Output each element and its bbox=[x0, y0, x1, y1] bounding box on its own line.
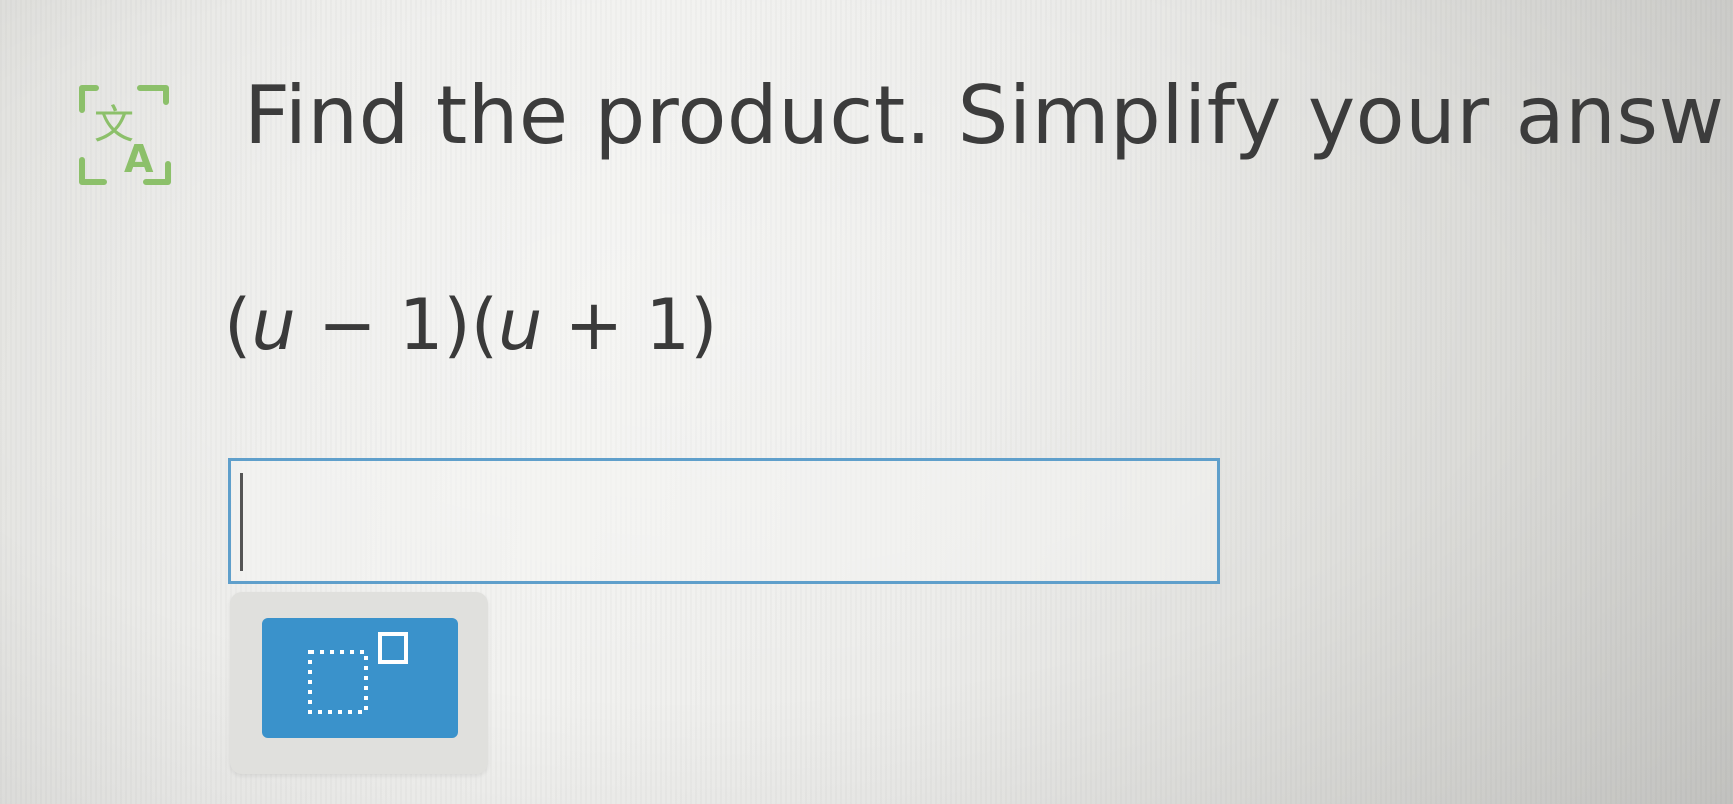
exponent-button[interactable] bbox=[262, 618, 458, 738]
answer-input[interactable] bbox=[228, 458, 1220, 584]
text-cursor bbox=[240, 473, 243, 571]
exponent-template-icon bbox=[308, 632, 408, 714]
math-expression: (u − 1)(u + 1) bbox=[224, 290, 717, 360]
expression-variable: u bbox=[251, 284, 296, 366]
translate-icon[interactable]: 文 A bbox=[74, 80, 186, 190]
expression-variable: u bbox=[498, 284, 543, 366]
question-instruction: Find the product. Simplify your answ bbox=[244, 69, 1725, 162]
expression-term: + 1) bbox=[542, 284, 718, 366]
expression-term: − 1)( bbox=[295, 284, 498, 366]
expression-open-paren: ( bbox=[224, 284, 252, 366]
svg-text:A: A bbox=[124, 137, 154, 181]
